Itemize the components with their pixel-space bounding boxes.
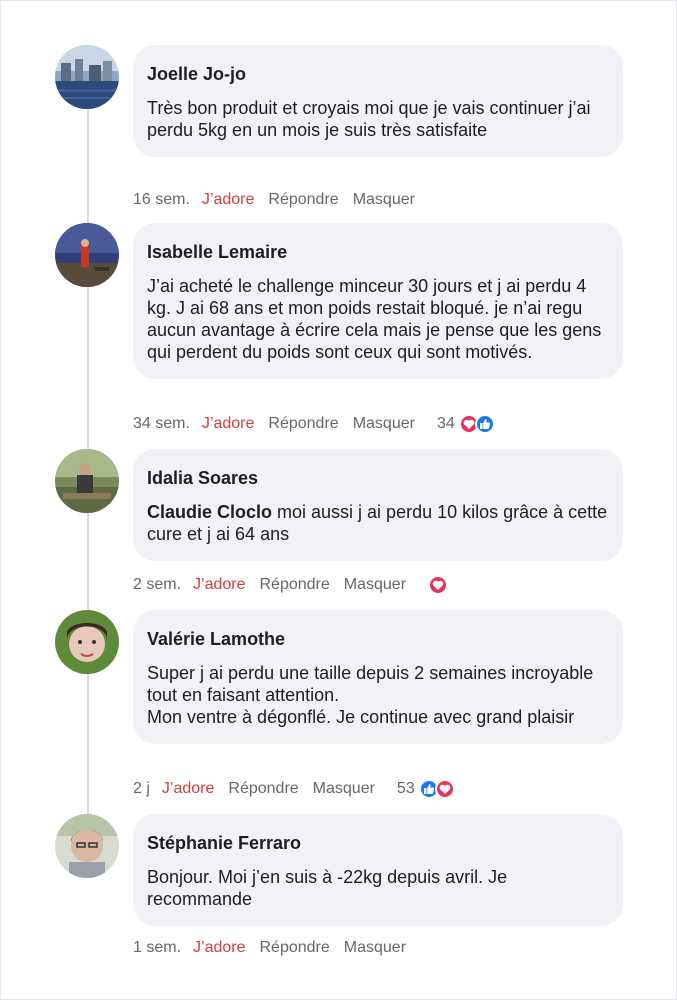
love-button[interactable]: J’adore [202, 415, 254, 433]
mention-link[interactable]: Claudie Cloclo [147, 502, 272, 522]
comments-panel: Joelle Jo-jo Très bon produit et croyais… [0, 0, 677, 1000]
comment-time[interactable]: 34 sem. [133, 415, 190, 433]
avatar[interactable] [55, 814, 119, 878]
comment-text: Super j ai perdu une taille depuis 2 sem… [147, 663, 594, 727]
reaction-count: 34 [436, 415, 455, 432]
comment-bubble: Stéphanie Ferraro Bonjour. Moi j’en suis… [133, 814, 623, 926]
avatar[interactable] [55, 45, 119, 109]
avatar[interactable] [55, 449, 119, 513]
comment-bubble: Joelle Jo-jo Très bon produit et croyais… [133, 45, 623, 157]
hide-button[interactable]: Masquer [353, 191, 415, 209]
comment-author[interactable]: Isabelle Lemaire [147, 241, 609, 263]
love-button[interactable]: J’adore [193, 576, 245, 594]
comment-author[interactable]: Idalia Soares [147, 467, 609, 489]
comment-time[interactable]: 2 j [133, 780, 150, 798]
comment-text: Très bon produit et croyais moi que je v… [147, 98, 591, 140]
reply-button[interactable]: Répondre [260, 939, 330, 957]
avatar[interactable] [55, 223, 119, 287]
avatar[interactable] [55, 610, 119, 674]
reply-button[interactable]: Répondre [228, 780, 298, 798]
reaction-count: 53 [396, 780, 415, 797]
reply-button[interactable]: Répondre [268, 415, 338, 433]
comment-actions: 2 sem. J’adore Répondre Masquer [133, 574, 449, 596]
reactions-summary[interactable] [428, 575, 449, 595]
comment-time[interactable]: 16 sem. [133, 191, 190, 209]
heart-icon [428, 575, 449, 595]
love-button[interactable]: J’adore [193, 939, 245, 957]
comment-actions: 1 sem. J’adore Répondre Masquer [133, 937, 428, 959]
comment-time[interactable]: 2 sem. [133, 576, 181, 594]
comment-actions: 34 sem. J’adore Répondre Masquer 34 [133, 413, 495, 435]
comment-text: J’ai acheté le challenge minceur 30 jour… [147, 276, 602, 362]
like-icon [474, 414, 495, 434]
hide-button[interactable]: Masquer [344, 939, 406, 957]
comment-bubble: Idalia Soares Claudie Cloclo moi aussi j… [133, 449, 623, 561]
heart-icon [434, 779, 455, 799]
comment-bubble: Valérie Lamothe Super j ai perdu une tai… [133, 610, 623, 744]
comment-time[interactable]: 1 sem. [133, 939, 181, 957]
reactions-summary[interactable]: 34 [437, 414, 495, 434]
love-button[interactable]: J’adore [202, 191, 254, 209]
comment-text: Claudie Cloclo moi aussi j ai perdu 10 k… [147, 501, 609, 545]
reply-button[interactable]: Répondre [260, 576, 330, 594]
comment-actions: 16 sem. J’adore Répondre Masquer [133, 189, 437, 211]
comment-bubble: Isabelle Lemaire J’ai acheté le challeng… [133, 223, 623, 379]
comment-actions: 2 j J’adore Répondre Masquer 53 [133, 778, 455, 800]
hide-button[interactable]: Masquer [353, 415, 415, 433]
love-button[interactable]: J’adore [162, 780, 214, 798]
reactions-summary[interactable]: 53 [397, 779, 455, 799]
reply-button[interactable]: Répondre [268, 191, 338, 209]
hide-button[interactable]: Masquer [313, 780, 375, 798]
comment-author[interactable]: Valérie Lamothe [147, 628, 609, 650]
comment-text: Bonjour. Moi j’en suis à -22kg depuis av… [147, 867, 508, 909]
comment-author[interactable]: Stéphanie Ferraro [147, 832, 609, 854]
comment-author[interactable]: Joelle Jo-jo [147, 63, 609, 85]
hide-button[interactable]: Masquer [344, 576, 406, 594]
